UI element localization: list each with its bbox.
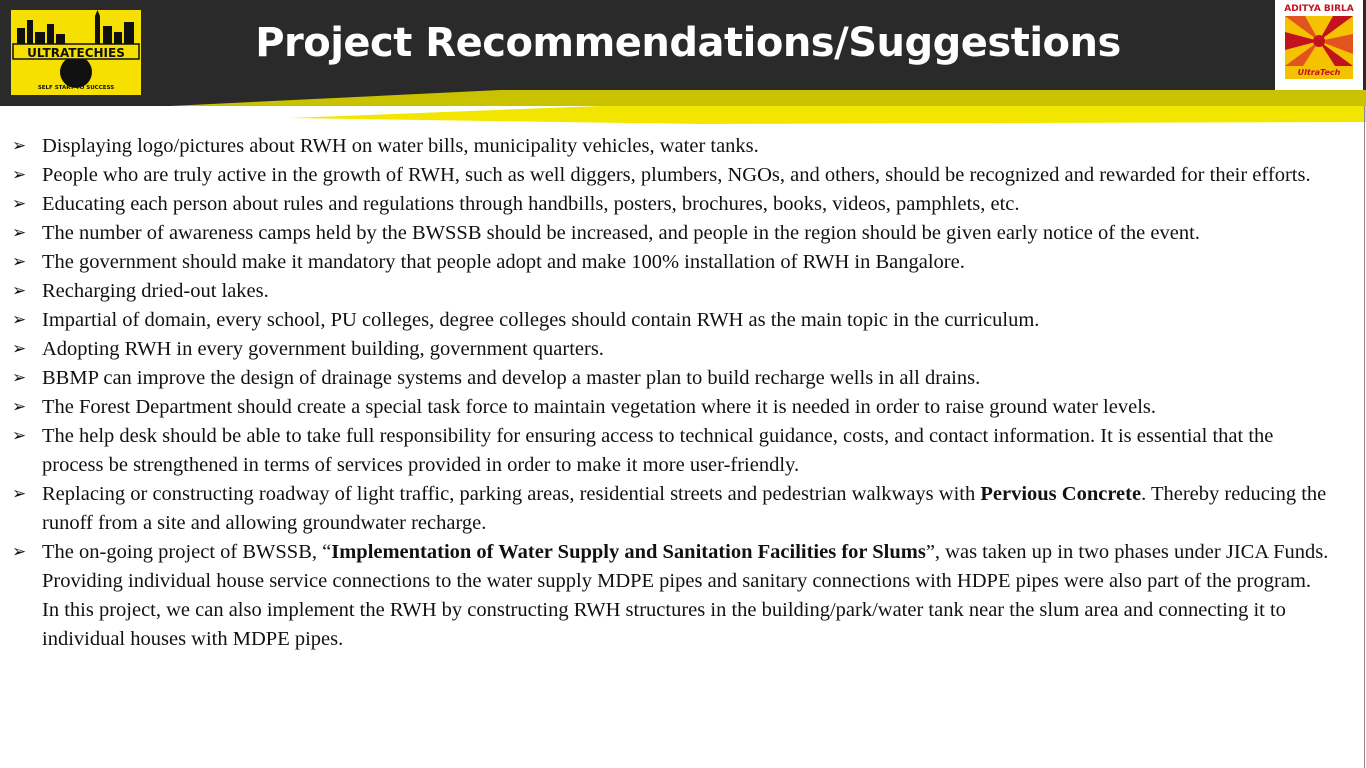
item-text: Impartial of domain, every school, PU co… bbox=[42, 309, 1040, 331]
arrow-bullet-icon: ➢ bbox=[12, 426, 27, 446]
arrow-bullet-icon: ➢ bbox=[12, 484, 27, 504]
item-text: The Forest Department should create a sp… bbox=[42, 396, 1156, 418]
ultratechies-logo: ULTRATECHIES SELF START TO SUCCESS bbox=[11, 10, 141, 95]
logo-team-name: ULTRATECHIES bbox=[27, 46, 125, 60]
slide-right-border bbox=[1364, 106, 1365, 768]
item-text: Recharging dried-out lakes. bbox=[42, 280, 269, 302]
header-accent-band bbox=[170, 90, 1366, 124]
list-item: ➢ The number of awareness camps held by t… bbox=[12, 219, 1330, 248]
list-item: ➢ The Forest Department should create a s… bbox=[12, 393, 1330, 422]
item-text: Displaying logo/pictures about RWH on wa… bbox=[42, 135, 759, 157]
list-item: ➢ Displaying logo/pictures about RWH on w… bbox=[12, 132, 1330, 161]
logo-tagline: SELF START TO SUCCESS bbox=[37, 85, 115, 91]
emphasized-text: Implementation of Water Supply and Sanit… bbox=[331, 541, 926, 563]
item-text: The government should make it mandatory … bbox=[42, 251, 965, 273]
arrow-bullet-icon: ➢ bbox=[12, 194, 27, 214]
emphasized-text: Pervious Concrete bbox=[980, 483, 1142, 505]
item-text: Educating each person about rules and re… bbox=[42, 193, 1020, 215]
arrow-bullet-icon: ➢ bbox=[12, 542, 27, 562]
list-item: ➢ Recharging dried-out lakes. bbox=[12, 277, 1330, 306]
list-item: ➢ BBMP can improve the design of drainage… bbox=[12, 364, 1330, 393]
page-title: Project Recommendations/Suggestions bbox=[255, 20, 1121, 66]
arrow-bullet-icon: ➢ bbox=[12, 310, 27, 330]
arrow-bullet-icon: ➢ bbox=[12, 223, 27, 243]
list-item: ➢ The government should make it mandatory… bbox=[12, 248, 1330, 277]
arrow-bullet-icon: ➢ bbox=[12, 136, 27, 156]
item-text: The number of awareness camps held by th… bbox=[42, 222, 1200, 244]
list-item: ➢ Adopting RWH in every government buildi… bbox=[12, 335, 1330, 364]
list-item: ➢ The help desk should be able to take fu… bbox=[12, 422, 1330, 480]
item-text: BBMP can improve the design of drainage … bbox=[42, 367, 981, 389]
arrow-bullet-icon: ➢ bbox=[12, 165, 27, 185]
item-text: The on-going project of BWSSB, “ bbox=[42, 541, 332, 563]
list-item: ➢ Replacing or constructing roadway of li… bbox=[12, 480, 1330, 538]
list-item: ➢ Educating each person about rules and r… bbox=[12, 190, 1330, 219]
item-text: Replacing or constructing roadway of lig… bbox=[42, 483, 981, 505]
arrow-bullet-icon: ➢ bbox=[12, 281, 27, 301]
list-item: ➢ The on-going project of BWSSB, “Impleme… bbox=[12, 538, 1330, 654]
arrow-bullet-icon: ➢ bbox=[12, 252, 27, 272]
logo-ultratech: UltraTech bbox=[1285, 66, 1353, 79]
recommendation-list: ➢ Displaying logo/pictures about RWH on w… bbox=[12, 132, 1330, 654]
arrow-bullet-icon: ➢ bbox=[12, 339, 27, 359]
item-text: The help desk should be able to take ful… bbox=[42, 425, 1274, 476]
arrow-bullet-icon: ➢ bbox=[12, 397, 27, 417]
aditya-birla-logo: ADITYA BIRLA UltraTech bbox=[1275, 0, 1363, 90]
logo-brand-name: ADITYA BIRLA bbox=[1284, 4, 1354, 14]
list-item: ➢ Impartial of domain, every school, PU c… bbox=[12, 306, 1330, 335]
arrow-bullet-icon: ➢ bbox=[12, 368, 27, 388]
item-text: People who are truly active in the growt… bbox=[42, 164, 1311, 186]
list-item: ➢ People who are truly active in the grow… bbox=[12, 161, 1330, 190]
sun-emblem-icon bbox=[1285, 16, 1353, 66]
item-text: Adopting RWH in every government buildin… bbox=[42, 338, 604, 360]
